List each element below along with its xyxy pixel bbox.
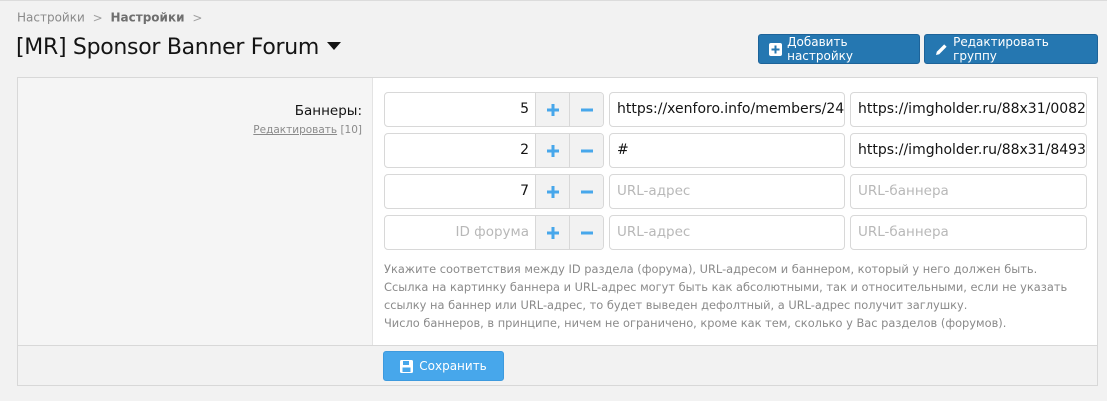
decrement-button[interactable] xyxy=(569,175,603,208)
edit-group-label: Редактировать группу xyxy=(953,35,1049,63)
add-option-label: Добавить настройку xyxy=(787,35,854,63)
minus-icon xyxy=(580,190,593,193)
increment-button[interactable] xyxy=(535,134,569,167)
minus-icon xyxy=(580,108,593,111)
forum-id-stepper: 2 xyxy=(384,133,604,168)
forum-id-stepper: 5 xyxy=(384,92,604,127)
option-meta: Редактировать [10] xyxy=(253,124,362,136)
plus-square-icon xyxy=(769,42,783,56)
url-input[interactable]: URL-адрес xyxy=(609,215,845,250)
plus-icon xyxy=(546,226,559,239)
pencil-icon xyxy=(935,42,948,56)
page-title-text: [MR] Sponsor Banner Forum xyxy=(16,35,320,60)
banner-url-input[interactable]: URL-баннера xyxy=(850,215,1087,250)
explain-line: Укажите соответствия между ID раздела (ф… xyxy=(384,262,1038,276)
edit-option-link[interactable]: Редактировать xyxy=(253,124,337,136)
minus-icon xyxy=(580,149,593,152)
breadcrumb-separator: > xyxy=(92,10,103,25)
form-footer: Сохранить xyxy=(18,345,1097,385)
decrement-button[interactable] xyxy=(569,93,603,126)
forum-id-input[interactable]: 5 xyxy=(385,93,535,126)
floppy-disk-icon xyxy=(400,359,414,373)
breadcrumb-item[interactable]: Настройки xyxy=(111,11,185,25)
save-label: Сохранить xyxy=(419,359,487,373)
url-input[interactable]: URL-адрес xyxy=(609,174,845,209)
option-explain: Укажите соответствия между ID раздела (ф… xyxy=(384,260,1084,332)
decrement-button[interactable] xyxy=(569,134,603,167)
explain-line: Число баннеров, в принципе, ничем не огр… xyxy=(384,316,1007,330)
banner-url-input[interactable]: https://imgholder.ru/88x31/8493a xyxy=(850,133,1087,168)
add-option-button[interactable]: Добавить настройку xyxy=(758,34,920,64)
forum-id-stepper: 7 xyxy=(384,174,604,209)
breadcrumb-item[interactable]: Настройки xyxy=(17,11,85,25)
forum-id-stepper: ID форума xyxy=(384,215,604,250)
breadcrumb: Настройки > Настройки > xyxy=(17,10,206,25)
edit-group-button[interactable]: Редактировать группу xyxy=(924,34,1098,64)
page: Настройки > Настройки > [MR] Sponsor Ban… xyxy=(0,0,1107,401)
plus-icon xyxy=(546,103,559,116)
increment-button[interactable] xyxy=(535,93,569,126)
page-title[interactable]: [MR] Sponsor Banner Forum xyxy=(16,35,342,60)
decrement-button[interactable] xyxy=(569,216,603,249)
option-label: Баннеры: xyxy=(294,103,362,119)
banner-url-input[interactable]: URL-баннера xyxy=(850,174,1087,209)
forum-id-input[interactable]: 7 xyxy=(385,175,535,208)
increment-button[interactable] xyxy=(535,216,569,249)
explain-line: Ссылка на картинку баннера и URL-адрес м… xyxy=(384,280,1068,294)
forum-id-input[interactable]: 2 xyxy=(385,134,535,167)
banner-url-input[interactable]: https://imgholder.ru/88x31/0082d xyxy=(850,92,1087,127)
plus-icon xyxy=(546,185,559,198)
minus-icon xyxy=(580,231,593,234)
forum-id-input[interactable]: ID форума xyxy=(385,216,535,249)
caret-down-icon[interactable] xyxy=(327,42,342,50)
explain-line: ссылку на баннер или URL-адрес, то будет… xyxy=(384,298,968,312)
url-input[interactable]: # xyxy=(609,133,845,168)
plus-icon xyxy=(546,144,559,157)
options-block: Баннеры: Редактировать [10] 5 https://xe… xyxy=(17,77,1098,386)
breadcrumb-separator: > xyxy=(192,10,203,25)
url-input[interactable]: https://xenforo.info/members/24/ xyxy=(609,92,845,127)
option-label-column: Баннеры: Редактировать [10] xyxy=(18,78,373,345)
display-order: [10] xyxy=(340,124,362,136)
increment-button[interactable] xyxy=(535,175,569,208)
save-button[interactable]: Сохранить xyxy=(383,351,504,381)
